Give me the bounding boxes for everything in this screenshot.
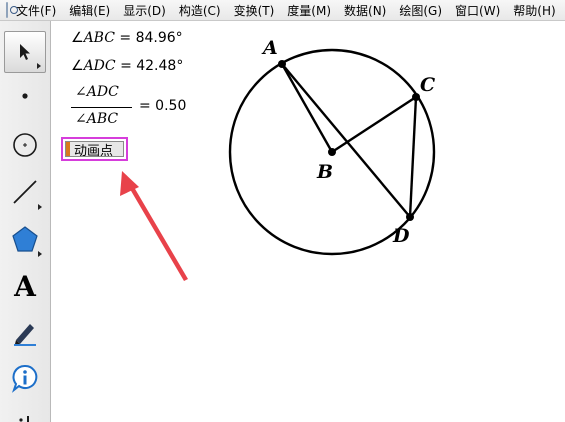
toolbox: A [0, 21, 51, 422]
custom-tool-icon [19, 416, 29, 422]
text-tool[interactable]: A [4, 265, 46, 307]
pointer-arrow-shaft [127, 182, 188, 281]
menu-edit[interactable]: 编辑(E) [69, 2, 110, 19]
menu-help[interactable]: 帮助(H) [513, 2, 555, 19]
menu-bar: 文件(F) 编辑(E) 显示(D) 构造(C) 变换(T) 度量(M) 数据(N… [0, 0, 565, 21]
segment-ab[interactable] [280, 63, 334, 153]
menu-display[interactable]: 显示(D) [123, 2, 166, 19]
compass-tool[interactable] [4, 124, 46, 166]
letter-a-icon: A [14, 269, 36, 303]
tool-more-indicator [38, 204, 42, 210]
point-icon [22, 93, 28, 99]
custom-tool[interactable] [4, 403, 46, 422]
segment-cd[interactable] [408, 96, 418, 218]
geometry-diagram: A B C D [120, 37, 436, 281]
pen-icon [14, 324, 36, 346]
label-c[interactable]: C [420, 74, 435, 96]
marker-tool[interactable] [4, 311, 46, 353]
info-icon [11, 364, 38, 393]
circle-icon [13, 133, 37, 157]
label-b[interactable]: B [316, 161, 333, 183]
app-icon[interactable] [6, 2, 18, 18]
label-d[interactable]: D [392, 225, 410, 247]
straightedge-tool[interactable] [4, 171, 46, 213]
sketch-canvas[interactable]: ∠ABC = 84.96° ∠ADC = 42.48° ∠ADC ∠ABC = … [51, 21, 565, 422]
line-icon [13, 180, 37, 204]
menu-graph[interactable]: 绘图(G) [399, 2, 442, 19]
information-tool[interactable] [4, 357, 46, 399]
tool-more-indicator [38, 251, 42, 257]
segment-bc[interactable] [331, 95, 417, 154]
polygon-tool[interactable] [4, 218, 46, 260]
arrow-select-tool[interactable] [4, 31, 46, 73]
arrow-icon [20, 44, 30, 60]
point-b[interactable] [328, 148, 336, 156]
menu-transform[interactable]: 变换(T) [234, 2, 275, 19]
segment-ad[interactable] [281, 63, 411, 218]
menu-number[interactable]: 数据(N) [344, 2, 386, 19]
menu-measure[interactable]: 度量(M) [287, 2, 331, 19]
menu-construct[interactable]: 构造(C) [179, 2, 221, 19]
menu-file[interactable]: 文件(F) [16, 2, 56, 19]
tool-more-indicator [37, 63, 41, 69]
pentagon-icon [12, 226, 38, 252]
point-a[interactable] [278, 60, 286, 68]
menu-window[interactable]: 窗口(W) [455, 2, 500, 19]
point-c[interactable] [412, 93, 420, 101]
label-a[interactable]: A [261, 37, 278, 59]
point-d[interactable] [406, 213, 414, 221]
point-tool[interactable] [4, 75, 46, 117]
